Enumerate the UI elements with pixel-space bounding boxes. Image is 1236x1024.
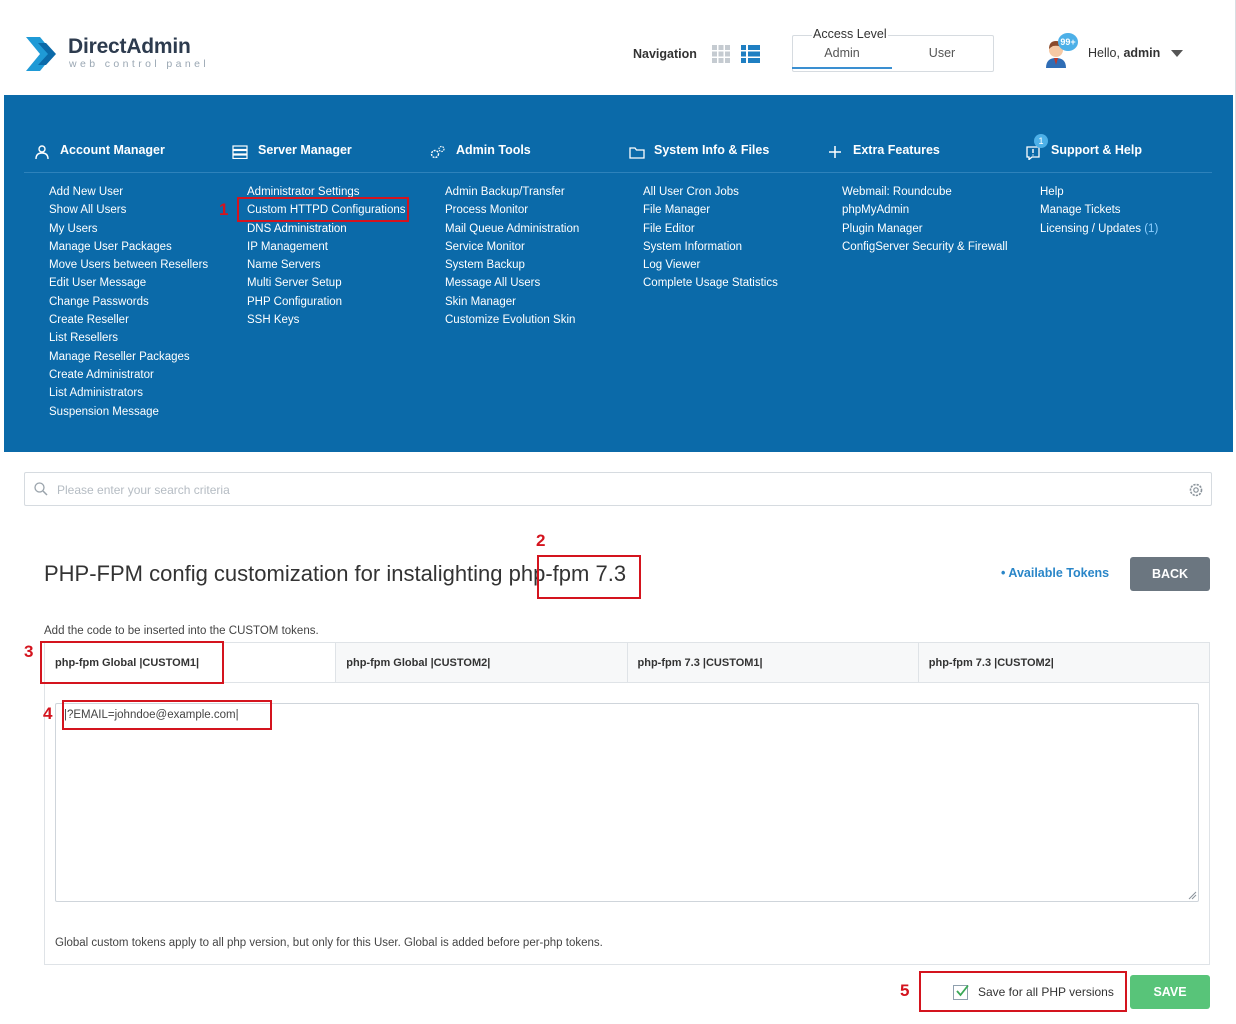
menu-item-process-monitor[interactable]: Process Monitor xyxy=(445,202,579,220)
resize-grip-icon[interactable] xyxy=(1188,891,1197,900)
logo-subtitle: web control panel xyxy=(69,58,210,70)
annotation-box-5 xyxy=(919,971,1127,1012)
support-badge: 1 xyxy=(1034,134,1048,148)
grid-view-icon[interactable] xyxy=(712,45,730,63)
menu-list-extra-features: Webmail: Roundcube phpMyAdmin Plugin Man… xyxy=(842,184,1008,257)
hello-prefix: Hello, xyxy=(1088,46,1120,60)
menu-heading-server-manager[interactable]: Server Manager xyxy=(258,143,352,157)
menu-item-file-editor[interactable]: File Editor xyxy=(643,221,778,239)
menu-heading-support-help[interactable]: Support & Help xyxy=(1051,143,1142,157)
available-tokens-link[interactable]: • Available Tokens xyxy=(1001,566,1109,580)
plus-icon xyxy=(829,146,841,158)
user-greeting[interactable]: Hello, admin xyxy=(1088,46,1160,60)
menu-item-plugin-manager[interactable]: Plugin Manager xyxy=(842,221,1008,239)
menu-item-list-resellers[interactable]: List Resellers xyxy=(49,330,208,348)
search-icon xyxy=(34,482,48,496)
menu-item-move-users[interactable]: Move Users between Resellers xyxy=(49,257,208,275)
access-level-admin[interactable]: Admin xyxy=(792,36,892,69)
custom-token-textarea[interactable] xyxy=(55,703,1199,902)
menu-heading-admin-tools[interactable]: Admin Tools xyxy=(456,143,531,157)
menu-item-multi-server-setup[interactable]: Multi Server Setup xyxy=(247,275,406,293)
menu-item-my-users[interactable]: My Users xyxy=(49,221,208,239)
annotation-number-3: 3 xyxy=(24,642,34,661)
menu-divider xyxy=(24,172,1212,173)
annotation-box-1 xyxy=(237,197,409,222)
logo-title: DirectAdmin xyxy=(68,35,191,58)
annotation-box-4 xyxy=(62,700,272,730)
menu-item-configserver-firewall[interactable]: ConfigServer Security & Firewall xyxy=(842,239,1008,257)
menu-item-mail-queue[interactable]: Mail Queue Administration xyxy=(445,221,579,239)
server-icon xyxy=(232,145,248,159)
menu-heading-account-manager[interactable]: Account Manager xyxy=(60,143,165,157)
annotation-box-3 xyxy=(40,641,224,684)
gear-icon[interactable] xyxy=(1188,482,1204,498)
gears-icon xyxy=(430,145,445,159)
annotation-number-4: 4 xyxy=(43,704,53,723)
custom-tokens-hint: Add the code to be inserted into the CUS… xyxy=(44,625,319,637)
chevron-down-icon[interactable] xyxy=(1171,50,1183,57)
back-button[interactable]: BACK xyxy=(1130,557,1210,591)
menu-item-ssh-keys[interactable]: SSH Keys xyxy=(247,312,406,330)
menu-item-change-passwords[interactable]: Change Passwords xyxy=(49,294,208,312)
menu-item-message-all-users[interactable]: Message All Users xyxy=(445,275,579,293)
user-icon xyxy=(35,145,49,159)
page-title-prefix: PHP-FPM config customization for instali… xyxy=(44,561,509,586)
menu-item-licensing-updates[interactable]: Licensing / Updates (1) xyxy=(1040,221,1158,239)
access-level-user[interactable]: User xyxy=(892,36,992,69)
menu-item-create-reseller[interactable]: Create Reseller xyxy=(49,312,208,330)
menu-item-manage-tickets[interactable]: Manage Tickets xyxy=(1040,202,1158,220)
menu-item-php-configuration[interactable]: PHP Configuration xyxy=(247,294,406,312)
folder-icon xyxy=(629,147,645,159)
navigation-label: Navigation xyxy=(633,47,697,61)
menu-heading-system-info[interactable]: System Info & Files xyxy=(654,143,769,157)
save-button[interactable]: SAVE xyxy=(1130,975,1210,1009)
global-tokens-note: Global custom tokens apply to all php ve… xyxy=(55,937,603,949)
menu-item-service-monitor[interactable]: Service Monitor xyxy=(445,239,579,257)
menu-item-manage-user-packages[interactable]: Manage User Packages xyxy=(49,239,208,257)
menu-item-name-servers[interactable]: Name Servers xyxy=(247,257,406,275)
menu-item-system-backup[interactable]: System Backup xyxy=(445,257,579,275)
menu-list-system-info: All User Cron Jobs File Manager File Edi… xyxy=(643,184,778,294)
menu-heading-extra-features[interactable]: Extra Features xyxy=(853,143,940,157)
annotation-number-1: 1 xyxy=(219,200,229,219)
menu-item-show-all-users[interactable]: Show All Users xyxy=(49,202,208,220)
directadmin-logo-icon[interactable] xyxy=(24,33,60,75)
annotation-number-5: 5 xyxy=(900,981,910,1000)
menu-list-account-manager: Add New User Show All Users My Users Man… xyxy=(49,184,208,422)
menu-item-edit-user-message[interactable]: Edit User Message xyxy=(49,275,208,293)
menu-item-help[interactable]: Help xyxy=(1040,184,1158,202)
menu-item-suspension-message[interactable]: Suspension Message xyxy=(49,404,208,422)
menu-item-list-administrators[interactable]: List Administrators xyxy=(49,385,208,403)
menu-item-file-manager[interactable]: File Manager xyxy=(643,202,778,220)
menu-item-all-user-cron-jobs[interactable]: All User Cron Jobs xyxy=(643,184,778,202)
menu-item-manage-reseller-packages[interactable]: Manage Reseller Packages xyxy=(49,349,208,367)
menu-item-ip-management[interactable]: IP Management xyxy=(247,239,406,257)
menu-item-phpmyadmin[interactable]: phpMyAdmin xyxy=(842,202,1008,220)
list-view-icon[interactable] xyxy=(741,45,760,63)
search-input[interactable] xyxy=(55,473,1179,507)
tab-global-custom2[interactable]: php-fpm Global |CUSTOM2| xyxy=(336,643,628,682)
tab-73-custom1[interactable]: php-fpm 7.3 |CUSTOM1| xyxy=(628,643,919,682)
username: admin xyxy=(1123,46,1161,60)
menu-item-skin-manager[interactable]: Skin Manager xyxy=(445,294,579,312)
annotation-box-2 xyxy=(537,555,641,599)
top-header: DirectAdmin web control panel Navigation… xyxy=(0,0,1236,410)
annotation-number-2: 2 xyxy=(536,531,546,550)
search-bar xyxy=(24,472,1212,507)
menu-item-dns-administration[interactable]: DNS Administration xyxy=(247,221,406,239)
menu-item-log-viewer[interactable]: Log Viewer xyxy=(643,257,778,275)
menu-item-add-new-user[interactable]: Add New User xyxy=(49,184,208,202)
licensing-label: Licensing / Updates xyxy=(1040,222,1142,235)
menu-list-admin-tools: Admin Backup/Transfer Process Monitor Ma… xyxy=(445,184,579,330)
menu-item-complete-usage-statistics[interactable]: Complete Usage Statistics xyxy=(643,275,778,293)
tab-73-custom2[interactable]: php-fpm 7.3 |CUSTOM2| xyxy=(919,643,1209,682)
menu-item-create-administrator[interactable]: Create Administrator xyxy=(49,367,208,385)
menu-item-admin-backup[interactable]: Admin Backup/Transfer xyxy=(445,184,579,202)
menu-list-support-help: Help Manage Tickets Licensing / Updates … xyxy=(1040,184,1158,239)
menu-item-system-information[interactable]: System Information xyxy=(643,239,778,257)
menu-item-customize-evolution-skin[interactable]: Customize Evolution Skin xyxy=(445,312,579,330)
menu-item-webmail-roundcube[interactable]: Webmail: Roundcube xyxy=(842,184,1008,202)
licensing-count: (1) xyxy=(1144,222,1159,235)
notification-badge[interactable]: 99+ xyxy=(1058,33,1078,51)
